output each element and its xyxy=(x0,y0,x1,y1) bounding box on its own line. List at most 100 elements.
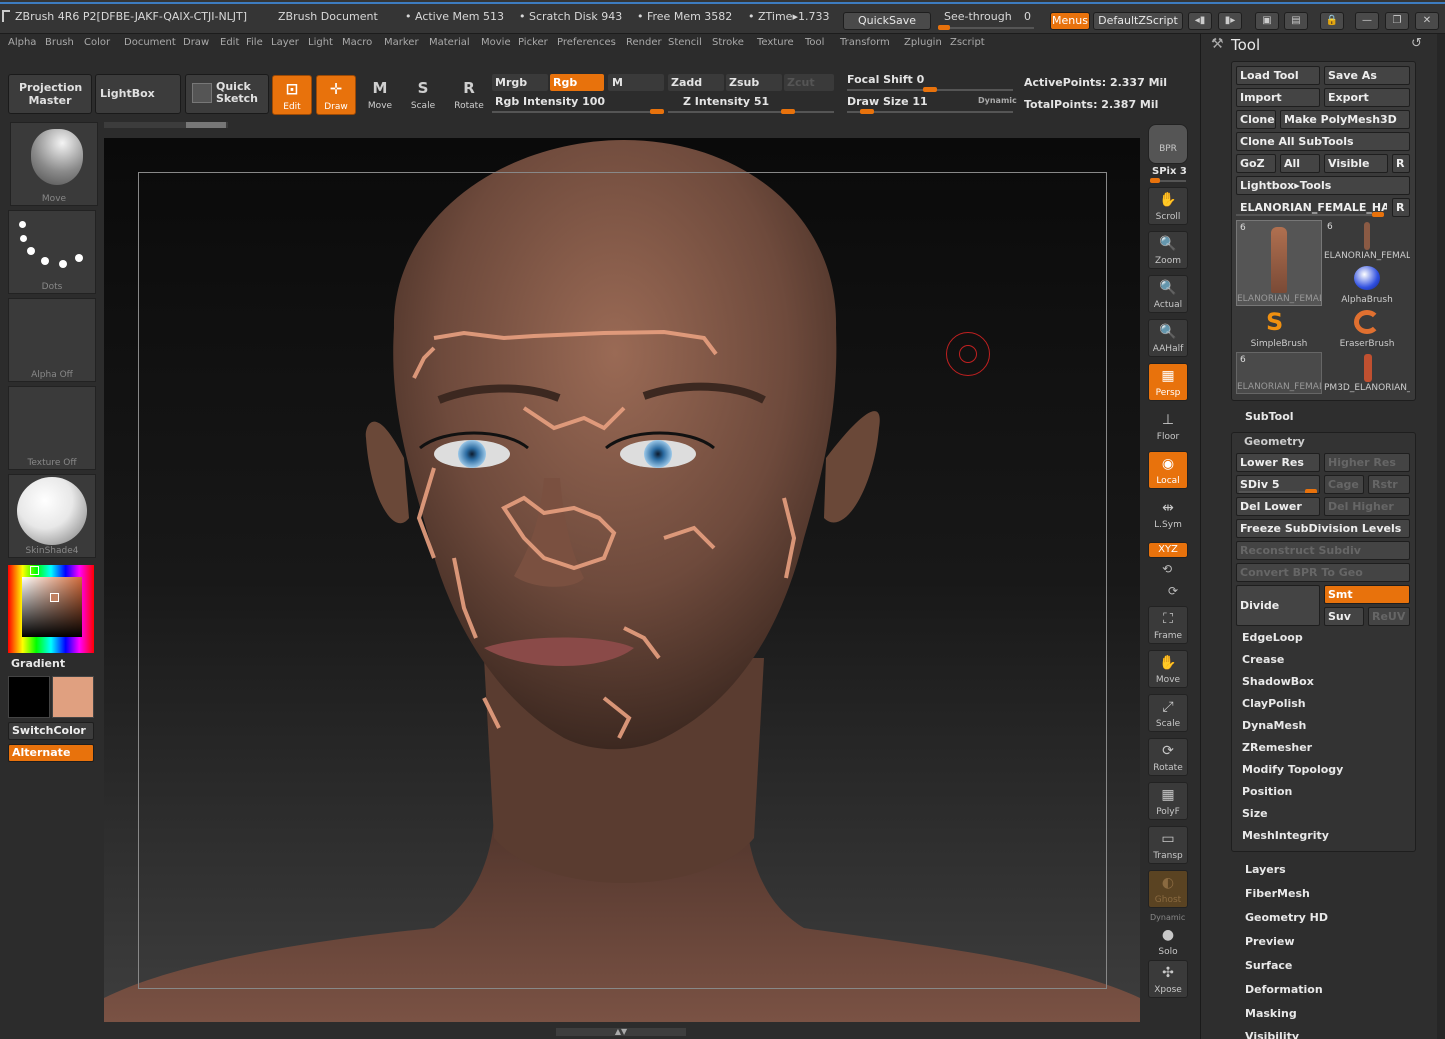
transp-button[interactable]: ▭ Transp xyxy=(1148,826,1188,864)
menu-texture[interactable]: Texture xyxy=(757,37,794,48)
menu-movie[interactable]: Movie xyxy=(481,37,511,48)
dynamesh-section[interactable]: DynaMesh xyxy=(1242,719,1306,732)
menu-zscript[interactable]: Zscript xyxy=(950,37,985,48)
xyz-button[interactable]: XYZ xyxy=(1148,542,1188,558)
clone-all-subtools-button[interactable]: Clone All SubTools xyxy=(1236,132,1410,151)
edit-mode-button[interactable]: ⊡ Edit xyxy=(272,75,312,115)
canvas-bottom-handle[interactable]: ▲▼ xyxy=(556,1028,686,1036)
focal-shift-slider[interactable] xyxy=(847,87,1013,92)
spix-slider[interactable] xyxy=(1150,178,1186,183)
claypolish-section[interactable]: ClayPolish xyxy=(1242,697,1306,710)
menu-edit[interactable]: Edit xyxy=(220,37,239,48)
solo-button[interactable]: ● Solo xyxy=(1148,922,1188,960)
menu-transform[interactable]: Transform xyxy=(840,37,890,48)
meshintegrity-section[interactable]: MeshIntegrity xyxy=(1242,829,1329,842)
fibermesh-section[interactable]: FiberMesh xyxy=(1245,887,1310,900)
minimize-icon[interactable]: — xyxy=(1355,12,1379,30)
maximize-icon[interactable]: ❐ xyxy=(1385,12,1409,30)
menu-brush[interactable]: Brush xyxy=(45,37,74,48)
alpha-thumbnail[interactable]: Alpha Off xyxy=(8,298,96,382)
scroll-button[interactable]: ✋ Scroll xyxy=(1148,187,1188,225)
tool-palette-title[interactable]: Tool xyxy=(1231,36,1260,54)
shelf-rotate-button[interactable]: ⟳ Rotate xyxy=(1148,738,1188,776)
goz-visible-button[interactable]: Visible xyxy=(1324,154,1388,173)
reuv-button[interactable]: ReUV xyxy=(1368,607,1410,626)
cage-button[interactable]: Cage xyxy=(1324,475,1364,494)
scroll-left-icon[interactable]: ◂▮ xyxy=(1188,12,1212,30)
masking-section[interactable]: Masking xyxy=(1245,1007,1297,1020)
scale-mode-button[interactable]: S Scale xyxy=(403,75,443,115)
secondary-color-swatch[interactable] xyxy=(52,676,94,718)
make-polymesh-button[interactable]: Make PolyMesh3D xyxy=(1280,110,1410,129)
menu-light[interactable]: Light xyxy=(308,37,333,48)
menu-marker[interactable]: Marker xyxy=(384,37,419,48)
lower-res-button[interactable]: Lower Res xyxy=(1236,453,1320,472)
menu-material[interactable]: Material xyxy=(429,37,470,48)
smt-toggle[interactable]: Smt xyxy=(1324,585,1410,604)
visibility-section[interactable]: Visibility xyxy=(1245,1030,1299,1039)
preview-section[interactable]: Preview xyxy=(1245,935,1295,948)
crease-section[interactable]: Crease xyxy=(1242,653,1284,666)
quicksave-button[interactable]: QuickSave xyxy=(843,12,931,30)
bpr-button[interactable]: BPR xyxy=(1148,124,1188,164)
menu-layer[interactable]: Layer xyxy=(271,37,299,48)
position-section[interactable]: Position xyxy=(1242,785,1292,798)
polyf-button[interactable]: ▦ PolyF xyxy=(1148,782,1188,820)
menu-draw[interactable]: Draw xyxy=(183,37,209,48)
tool-palette-scrollbar[interactable] xyxy=(1437,34,1445,1039)
scroll-right-icon[interactable]: ▮▸ xyxy=(1218,12,1242,30)
zsub-button[interactable]: Zsub xyxy=(726,74,782,91)
save-as-button[interactable]: Save As xyxy=(1324,66,1410,85)
suv-toggle[interactable]: Suv xyxy=(1324,607,1364,626)
projection-master-button[interactable]: Projection Master xyxy=(8,74,92,114)
shelf-scale-button[interactable]: ⤢ Scale xyxy=(1148,694,1188,732)
rotate-mode-button[interactable]: R Rotate xyxy=(449,75,489,115)
shelf-move-button[interactable]: ✋ Move xyxy=(1148,650,1188,688)
see-through-slider[interactable] xyxy=(938,25,1034,30)
tool-thumb-4[interactable]: S SimpleBrush xyxy=(1236,308,1322,350)
document-canvas[interactable] xyxy=(104,138,1140,1022)
rgb-intensity-slider[interactable] xyxy=(492,109,664,114)
color-marker[interactable] xyxy=(50,593,59,602)
mrgb-button[interactable]: Mrgb xyxy=(492,74,548,91)
del-higher-button[interactable]: Del Higher xyxy=(1324,497,1410,516)
menu-alpha[interactable]: Alpha xyxy=(8,37,36,48)
zcut-button[interactable]: Zcut xyxy=(784,74,834,91)
palette-reset-icon[interactable]: ↺ xyxy=(1411,36,1422,51)
menu-stroke[interactable]: Stroke xyxy=(712,37,744,48)
tool-thumb-5[interactable]: EraserBrush xyxy=(1324,308,1410,350)
zadd-button[interactable]: Zadd xyxy=(668,74,724,91)
canvas-scrollbar[interactable] xyxy=(104,122,228,128)
m-button[interactable]: M xyxy=(608,74,664,91)
subtool-section[interactable]: SubTool xyxy=(1245,410,1294,423)
menus-button[interactable]: Menus xyxy=(1050,12,1090,30)
goz-all-button[interactable]: All xyxy=(1280,154,1320,173)
move-mode-button[interactable]: M Move xyxy=(360,75,400,115)
edgeloop-section[interactable]: EdgeLoop xyxy=(1242,631,1303,644)
tool-thumb-6[interactable]: 6 ELANORIAN_FEMAL xyxy=(1236,352,1322,394)
material-thumbnail[interactable]: SkinShade4 xyxy=(8,474,96,558)
goz-r-button[interactable]: R xyxy=(1392,154,1410,173)
main-color-swatch[interactable] xyxy=(8,676,50,718)
divide-button[interactable]: Divide xyxy=(1236,585,1320,626)
cascade-icon[interactable]: ▤ xyxy=(1284,12,1308,30)
menu-stencil[interactable]: Stencil xyxy=(668,37,702,48)
draw-size-slider[interactable] xyxy=(847,109,1013,114)
stroke-thumbnail[interactable]: Dots xyxy=(8,210,96,294)
floor-button[interactable]: ⊥ Floor xyxy=(1148,407,1188,445)
rotate-y-icon[interactable]: ⟲ xyxy=(1162,562,1172,576)
rgb-button[interactable]: Rgb xyxy=(550,74,604,91)
brush-thumbnail[interactable]: Move xyxy=(10,122,98,206)
aahalf-button[interactable]: 🔍 AAHalf xyxy=(1148,319,1188,357)
freeze-subdivision-button[interactable]: Freeze SubDivision Levels xyxy=(1236,519,1410,538)
lightbox-tools-button[interactable]: Lightbox▸Tools xyxy=(1236,176,1410,195)
ghost-button[interactable]: ◐ Ghost xyxy=(1148,870,1188,908)
current-tool-slider[interactable] xyxy=(1236,212,1384,217)
menu-file[interactable]: File xyxy=(246,37,263,48)
menu-tool[interactable]: Tool xyxy=(805,37,824,48)
quick-sketch-button[interactable]: Quick Sketch xyxy=(185,74,269,114)
import-button[interactable]: Import xyxy=(1236,88,1320,107)
xpose-button[interactable]: ✣ Xpose xyxy=(1148,960,1188,998)
layers-section[interactable]: Layers xyxy=(1245,863,1286,876)
switch-color-button[interactable]: SwitchColor xyxy=(8,722,94,740)
